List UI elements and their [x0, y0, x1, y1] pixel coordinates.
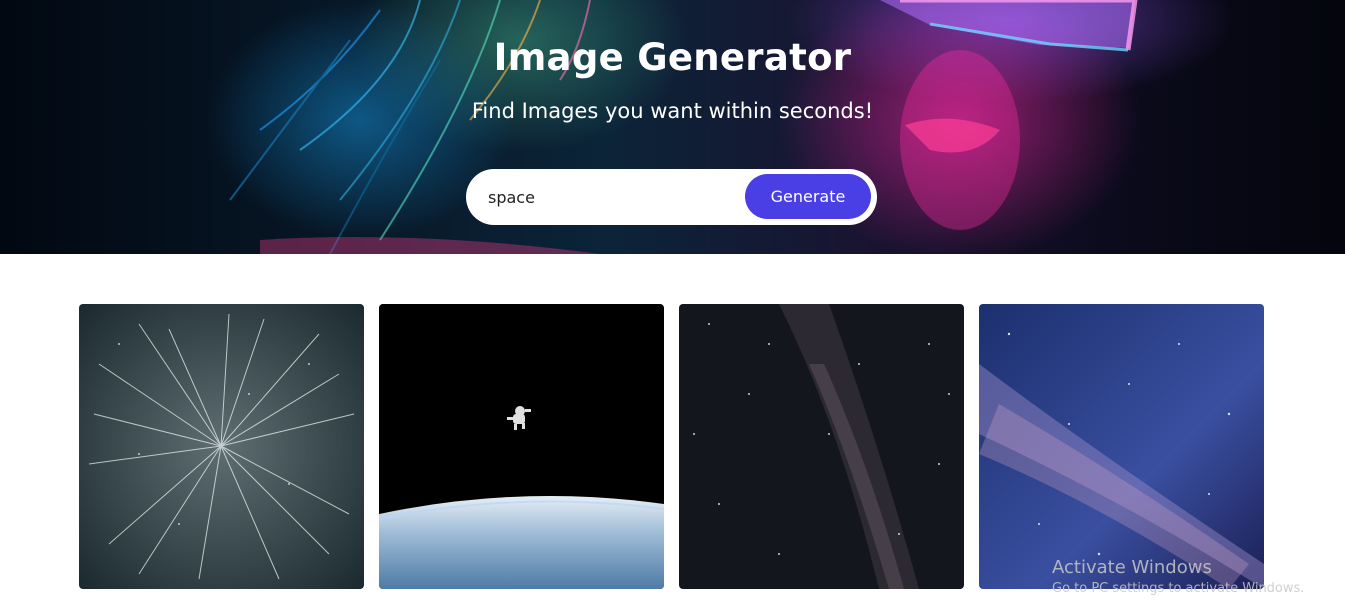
- generate-button[interactable]: Generate: [745, 174, 871, 219]
- hero-banner: Image Generator Find Images you want wit…: [0, 0, 1345, 254]
- star-streaks-image: [79, 304, 364, 589]
- gallery-image-star-streaks[interactable]: [79, 304, 364, 589]
- page-title: Image Generator: [493, 36, 852, 79]
- image-gallery: [79, 304, 1264, 589]
- gallery-image-night-sky[interactable]: [679, 304, 964, 589]
- milky-way-image: [979, 304, 1264, 589]
- night-sky-image: [679, 304, 964, 589]
- gallery-image-milky-way[interactable]: [979, 304, 1264, 589]
- astronaut-image: [379, 304, 664, 589]
- gallery-image-astronaut[interactable]: [379, 304, 664, 589]
- search-form: Generate: [466, 169, 877, 225]
- search-input[interactable]: [488, 183, 738, 211]
- page-subtitle: Find Images you want within seconds!: [471, 99, 874, 123]
